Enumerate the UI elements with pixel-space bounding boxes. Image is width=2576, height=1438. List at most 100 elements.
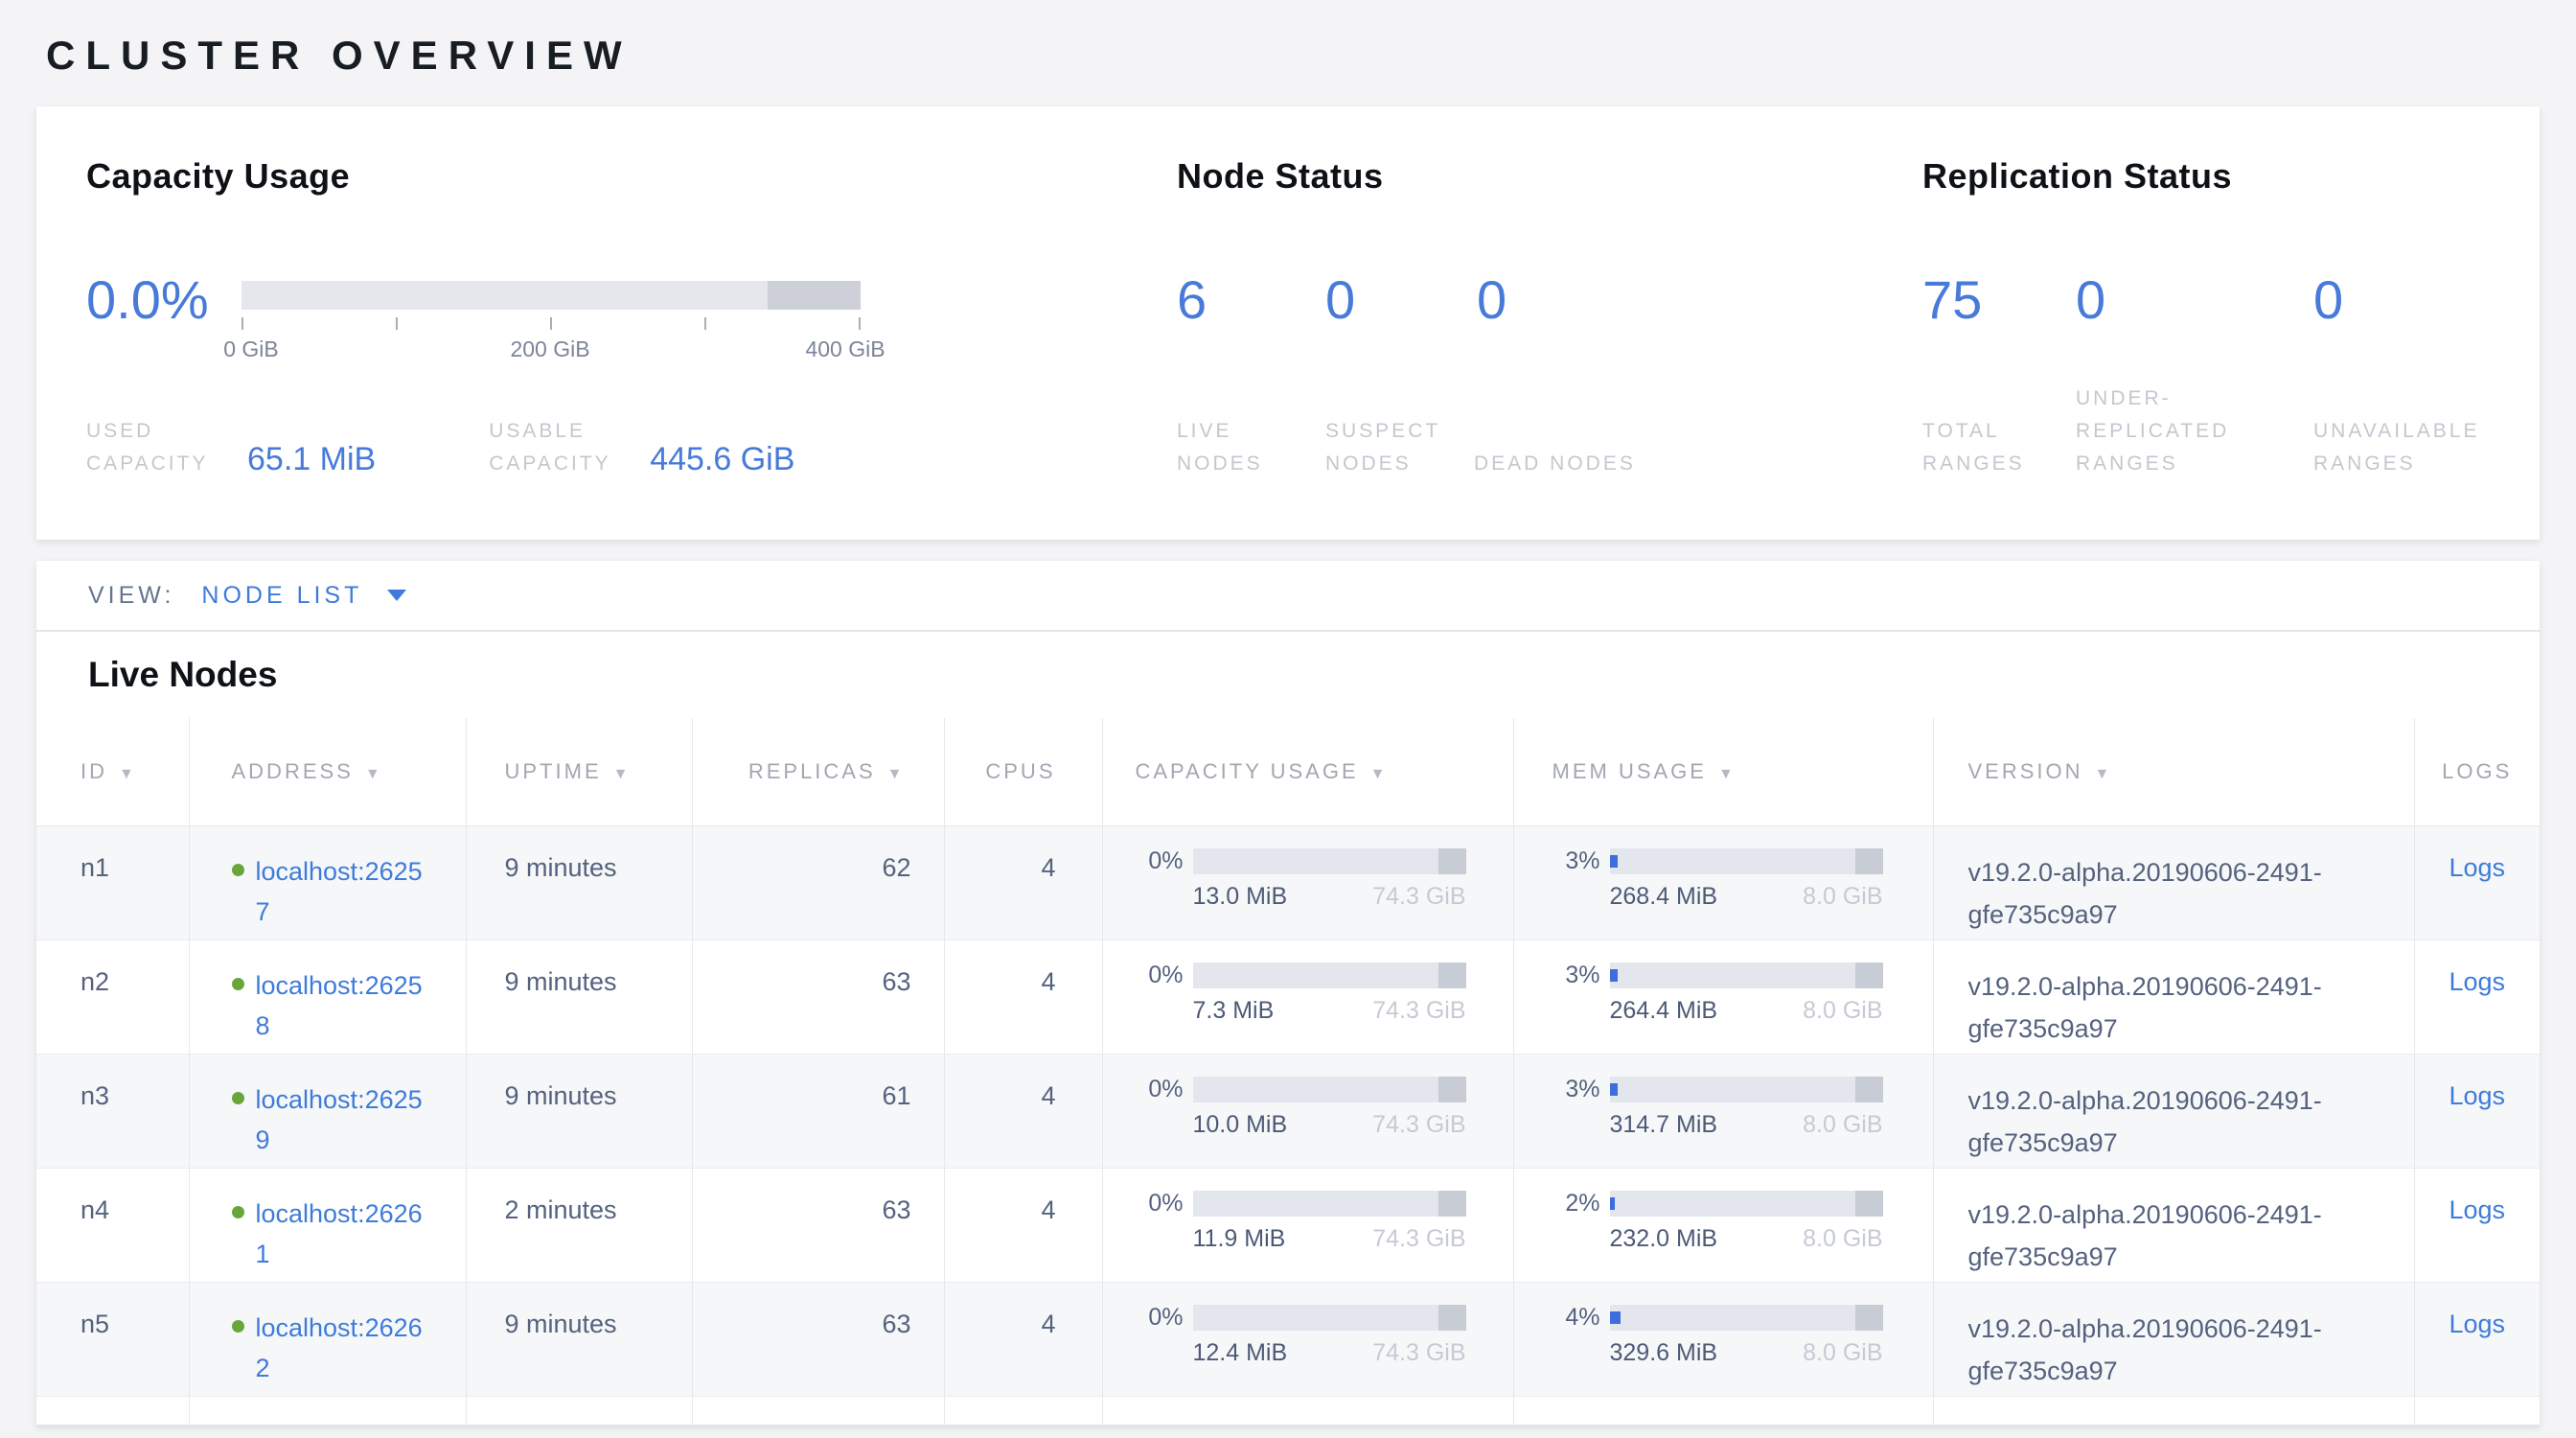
column-header-id[interactable]: ID▼ xyxy=(36,718,189,826)
node-status-title: Node Status xyxy=(1177,156,1922,197)
sort-desc-icon: ▼ xyxy=(2095,766,2113,782)
capacity-mini-bar xyxy=(1193,1077,1466,1102)
cpus-cell: 4 xyxy=(944,826,1102,940)
node-address-cell: localhost:26257 xyxy=(189,826,466,940)
mem-used-value: 268.4 MiB xyxy=(1610,883,1718,911)
axis-tick xyxy=(704,317,706,330)
node-id-cell: n3 xyxy=(36,1055,189,1169)
column-header-capacity-usage[interactable]: CAPACITY USAGE▼ xyxy=(1102,718,1513,826)
column-header-uptime[interactable]: UPTIME▼ xyxy=(466,718,692,826)
view-bar: VIEW: NODE LIST xyxy=(36,561,2540,632)
view-selected-value: NODE LIST xyxy=(201,582,362,610)
unavailable-count: 0 xyxy=(2313,273,2343,327)
capacity-total-value: 74.3 GiB xyxy=(1372,1339,1465,1367)
node-id-cell: n2 xyxy=(36,940,189,1055)
view-select-dropdown[interactable]: NODE LIST xyxy=(201,582,406,610)
node-address-link[interactable]: localhost:26258 xyxy=(256,965,428,1046)
chevron-down-icon xyxy=(387,590,406,601)
logs-link[interactable]: Logs xyxy=(2449,1310,2505,1338)
axis-tick-label: 0 GiB xyxy=(223,336,279,362)
live-nodes-title: Live Nodes xyxy=(36,632,2540,716)
capacity-used-value: 12.4 MiB xyxy=(1193,1339,1288,1367)
uptime-cell: 9 minutes xyxy=(466,826,692,940)
mem-used-value: 264.4 MiB xyxy=(1610,997,1718,1025)
logs-link[interactable]: Logs xyxy=(2449,853,2505,882)
node-status-section: Node Status 6 0 0 LIVE NODES SUSPECT NOD… xyxy=(1177,156,1922,507)
column-header-address[interactable]: ADDRESS▼ xyxy=(189,718,466,826)
logs-link[interactable]: Logs xyxy=(2449,1081,2505,1110)
capacity-usage-section: Capacity Usage 0.0% 0 GiB 200 GiB xyxy=(86,156,1177,507)
capacity-usage-title: Capacity Usage xyxy=(86,156,1177,197)
mem-bar-used xyxy=(1610,1197,1616,1210)
version-cell: v19.2.0-alpha.20190606-2491-gfe735c9a97 xyxy=(1933,1055,2414,1169)
logs-link[interactable]: Logs xyxy=(2449,1195,2505,1224)
capacity-bar-tail xyxy=(1438,963,1466,988)
capacity-pct-label: 0% xyxy=(1126,1076,1184,1103)
unavailable-label: UNAVAILABLE RANGES xyxy=(2313,415,2543,480)
replicas-cell: 63 xyxy=(692,1169,944,1283)
cpus-cell: 4 xyxy=(944,1055,1102,1169)
replicas-cell: 62 xyxy=(692,826,944,940)
mem-bar-tail xyxy=(1855,848,1883,874)
logs-cell: Logs xyxy=(2414,1055,2540,1169)
sort-desc-icon: ▼ xyxy=(1718,766,1736,782)
mem-mini-bar xyxy=(1610,1191,1883,1217)
replicas-cell: 63 xyxy=(692,1283,944,1397)
mem-bar-used xyxy=(1610,1311,1621,1324)
sort-desc-icon: ▼ xyxy=(119,766,137,782)
view-label: VIEW: xyxy=(88,582,174,610)
table-row: n1 localhost:26257 9 minutes 62 4 0% 13.… xyxy=(36,826,2540,940)
mem-mini-bar xyxy=(1610,1077,1883,1102)
table-row: n5 localhost:26262 9 minutes 63 4 0% 12.… xyxy=(36,1283,2540,1397)
logs-cell: Logs xyxy=(2414,826,2540,940)
capacity-usage-cell: 0% 7.3 MiB 74.3 GiB xyxy=(1102,940,1513,1055)
uptime-cell: 9 minutes xyxy=(466,1055,692,1169)
mem-bar-tail xyxy=(1855,963,1883,988)
node-address-link[interactable]: localhost:26259 xyxy=(256,1079,428,1160)
capacity-used-value: 7.3 MiB xyxy=(1193,997,1275,1025)
replication-status-section: Replication Status 75 0 0 TOTAL RANGES U… xyxy=(1922,156,2540,507)
cpus-cell: 4 xyxy=(944,940,1102,1055)
logs-cell: Logs xyxy=(2414,1283,2540,1397)
mem-mini-bar xyxy=(1610,963,1883,988)
table-row-partial xyxy=(36,1397,2540,1426)
mem-total-value: 8.0 GiB xyxy=(1803,1111,1882,1139)
live-status-dot-icon xyxy=(232,1320,244,1333)
mem-total-value: 8.0 GiB xyxy=(1803,997,1882,1025)
node-address-link[interactable]: localhost:26257 xyxy=(256,851,428,932)
mem-bar-tail xyxy=(1855,1305,1883,1331)
node-address-cell: localhost:26259 xyxy=(189,1055,466,1169)
capacity-mini-bar xyxy=(1193,1191,1466,1217)
mem-pct-label: 3% xyxy=(1543,1076,1600,1103)
cluster-overview-page: CLUSTER OVERVIEW Capacity Usage 0.0% xyxy=(0,0,2576,1438)
table-row: n2 localhost:26258 9 minutes 63 4 0% 7.3… xyxy=(36,940,2540,1055)
capacity-bar-chart: 0 GiB 200 GiB 400 GiB xyxy=(242,281,861,371)
used-capacity-value: 65.1 MiB xyxy=(247,441,376,478)
usable-capacity-stat: USABLE CAPACITY 445.6 GiB xyxy=(489,415,794,480)
replicas-cell: 61 xyxy=(692,1055,944,1169)
capacity-total-value: 74.3 GiB xyxy=(1372,997,1465,1025)
column-header-logs: LOGS▼ xyxy=(2414,718,2540,826)
node-address-link[interactable]: localhost:26261 xyxy=(256,1194,428,1274)
sort-desc-icon: ▼ xyxy=(887,766,906,782)
column-header-version[interactable]: VERSION▼ xyxy=(1933,718,2414,826)
live-status-dot-icon xyxy=(232,978,244,990)
suspect-nodes-label: SUSPECT NODES xyxy=(1325,415,1474,480)
live-nodes-label: LIVE NODES xyxy=(1177,415,1325,480)
logs-link[interactable]: Logs xyxy=(2449,967,2505,996)
mem-bar-tail xyxy=(1855,1077,1883,1102)
capacity-pct-label: 0% xyxy=(1126,962,1184,989)
mem-bar-used xyxy=(1610,969,1619,982)
column-header-replicas[interactable]: REPLICAS▼ xyxy=(692,718,944,826)
capacity-bar-tail xyxy=(1438,1077,1466,1102)
version-cell: v19.2.0-alpha.20190606-2491-gfe735c9a97 xyxy=(1933,826,2414,940)
mem-used-value: 314.7 MiB xyxy=(1610,1111,1718,1139)
column-header-cpus[interactable]: CPUS▼ xyxy=(944,718,1102,826)
cpus-cell: 4 xyxy=(944,1283,1102,1397)
column-header-mem-usage[interactable]: MEM USAGE▼ xyxy=(1513,718,1933,826)
node-id-cell: n5 xyxy=(36,1283,189,1397)
capacity-used-percent: 0.0% xyxy=(86,273,232,371)
version-cell: v19.2.0-alpha.20190606-2491-gfe735c9a97 xyxy=(1933,1169,2414,1283)
node-address-link[interactable]: localhost:26262 xyxy=(256,1308,428,1388)
capacity-axis: 0 GiB 200 GiB 400 GiB xyxy=(242,310,861,371)
